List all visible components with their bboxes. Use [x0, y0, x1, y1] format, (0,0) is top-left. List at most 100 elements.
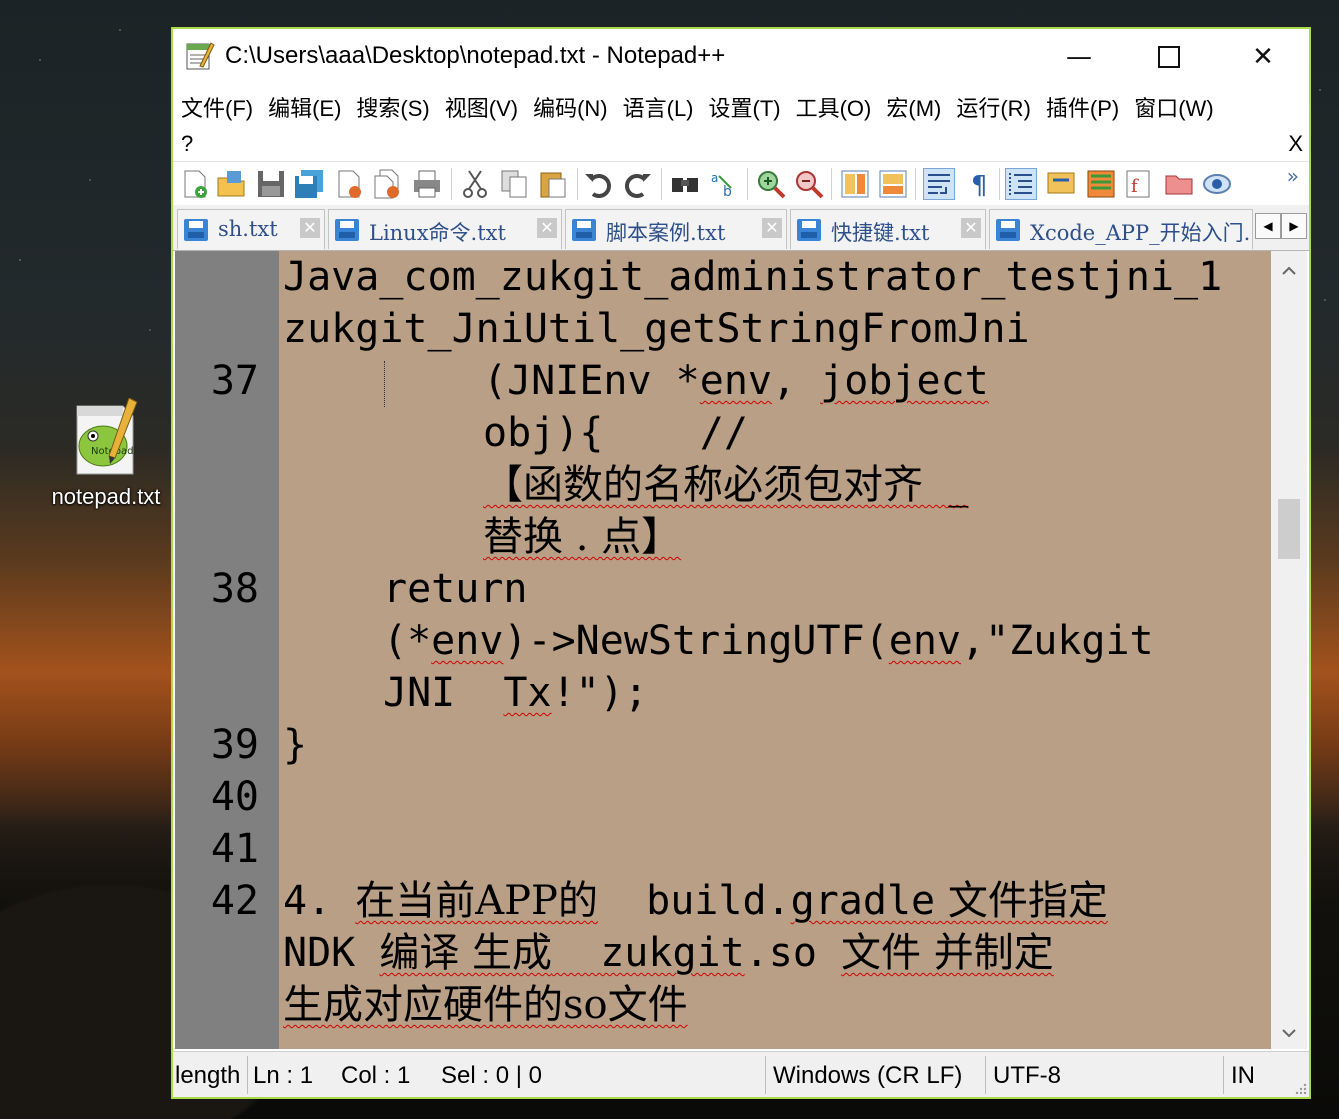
- menu-language[interactable]: 语言(L): [623, 91, 694, 123]
- desktop-icon-label: notepad.txt: [51, 484, 161, 509]
- minimize-button[interactable]: —: [1049, 35, 1109, 79]
- copy-icon[interactable]: [499, 168, 531, 200]
- code-token: env: [699, 358, 772, 404]
- word-wrap-icon[interactable]: [923, 168, 955, 200]
- menu-edit[interactable]: 编辑(E): [268, 91, 341, 123]
- tab-close-icon[interactable]: ✕: [300, 218, 320, 238]
- scroll-down-button[interactable]: [1271, 1013, 1307, 1049]
- menu-run[interactable]: 运行(R): [956, 91, 1031, 123]
- resize-grip-icon[interactable]: [1293, 1081, 1307, 1095]
- menu-help[interactable]: ?: [181, 131, 193, 157]
- vertical-scrollbar[interactable]: [1271, 251, 1307, 1049]
- scrollbar-thumb[interactable]: [1278, 499, 1300, 559]
- save-all-icon[interactable]: [293, 168, 325, 200]
- code-token: JNI: [383, 670, 504, 716]
- find-icon[interactable]: [669, 168, 701, 200]
- indent-guide: [384, 361, 385, 407]
- editor-area[interactable]: Java_com_zukgit_administrator_testjni_1 …: [175, 251, 1307, 1049]
- scroll-up-button[interactable]: [1271, 251, 1307, 287]
- folder-workspace-icon[interactable]: [1163, 168, 1195, 200]
- maximize-button[interactable]: [1139, 35, 1199, 79]
- menu-encoding[interactable]: 编码(N): [533, 91, 608, 123]
- status-encoding[interactable]: UTF-8: [993, 1062, 1061, 1090]
- tab-shortcuts[interactable]: 快捷键.txt ✕: [790, 209, 986, 249]
- redo-icon[interactable]: [621, 168, 653, 200]
- desktop-file-icon[interactable]: Notepad notepad.txt: [40, 397, 172, 510]
- code-token: jobject: [820, 358, 989, 404]
- code-line: }: [283, 722, 308, 768]
- tab-close-icon[interactable]: ✕: [961, 218, 981, 238]
- menu-window[interactable]: 窗口(W): [1134, 91, 1213, 123]
- status-selection: Sel : 0 | 0: [441, 1062, 542, 1089]
- undo-icon[interactable]: [583, 168, 615, 200]
- open-file-icon[interactable]: [215, 168, 247, 200]
- code-line: 4. 在当前APP的 build.gradle 文件指定: [283, 875, 1108, 927]
- close-all-icon[interactable]: [371, 168, 403, 200]
- function-list-icon[interactable]: f: [1123, 168, 1155, 200]
- toolbar: ab ¶ f »: [173, 161, 1309, 205]
- toolbar-separator: [747, 168, 748, 200]
- status-column: Col : 1: [341, 1062, 411, 1089]
- user-lang-icon[interactable]: [1045, 168, 1077, 200]
- replace-icon[interactable]: ab: [709, 168, 741, 200]
- status-eol[interactable]: Windows (CR LF): [773, 1062, 962, 1090]
- tab-sh-txt[interactable]: sh.txt ✕: [177, 209, 325, 249]
- print-icon[interactable]: [411, 168, 443, 200]
- tab-close-icon[interactable]: ✕: [537, 218, 557, 238]
- code-token: 文件指定: [935, 878, 1108, 924]
- tab-script-examples[interactable]: 脚本案例.txt ✕: [565, 209, 787, 249]
- tab-xcode-app-intro[interactable]: Xcode_APP_开始入门.: [989, 209, 1253, 249]
- tab-close-icon[interactable]: ✕: [762, 218, 782, 238]
- line-number: 42: [210, 878, 259, 924]
- toolbar-separator: [831, 168, 832, 200]
- toolbar-separator: [999, 168, 1000, 200]
- menu-macro[interactable]: 宏(M): [886, 91, 941, 123]
- code-token: Tx: [503, 670, 552, 716]
- tab-scroll-left-button[interactable]: ◀: [1255, 213, 1281, 239]
- status-insert-mode[interactable]: IN: [1231, 1062, 1255, 1090]
- code-token: .so: [744, 930, 842, 976]
- menu-plugins[interactable]: 插件(P): [1046, 91, 1119, 123]
- code-line: Java_com_zukgit_administrator_testjni_1: [283, 254, 1223, 300]
- tab-scroll-right-button[interactable]: ▶: [1281, 213, 1307, 239]
- doc-map-icon[interactable]: [1085, 168, 1117, 200]
- menu-settings[interactable]: 设置(T): [709, 91, 781, 123]
- close-icon[interactable]: [333, 168, 365, 200]
- saved-file-icon: [335, 219, 359, 241]
- paste-icon[interactable]: [537, 168, 569, 200]
- tab-label: Xcode_APP_开始入门.: [1030, 221, 1251, 245]
- status-line: Ln : 1: [253, 1062, 314, 1089]
- line-number: 40: [210, 774, 259, 820]
- status-bar: length Ln : 1 Col : 1 Sel : 0 | 0 Window…: [173, 1051, 1309, 1097]
- sync-h-icon[interactable]: [877, 168, 909, 200]
- cut-icon[interactable]: [459, 168, 491, 200]
- code-line: 【函数的名称必须包对齐 _: [483, 462, 969, 508]
- line-number: 41: [210, 826, 259, 872]
- indent-guide-icon[interactable]: [1005, 168, 1037, 200]
- menu-file[interactable]: 文件(F): [181, 91, 253, 123]
- svg-text:a: a: [711, 171, 718, 185]
- close-document-button[interactable]: X: [1288, 131, 1303, 157]
- status-divider: [1223, 1056, 1224, 1094]
- toolbar-overflow-button[interactable]: »: [1287, 164, 1299, 188]
- show-all-chars-icon[interactable]: ¶: [963, 168, 995, 201]
- sync-v-icon[interactable]: [839, 168, 871, 200]
- save-icon[interactable]: [255, 168, 287, 200]
- zoom-out-icon[interactable]: [793, 168, 825, 200]
- menu-view[interactable]: 视图(V): [445, 91, 518, 123]
- tab-label: sh.txt: [218, 217, 278, 241]
- svg-text:¶: ¶: [971, 171, 988, 200]
- toolbar-separator: [577, 168, 578, 200]
- code-line: return: [383, 566, 528, 612]
- new-file-icon[interactable]: [179, 168, 211, 200]
- close-window-button[interactable]: ✕: [1233, 35, 1293, 79]
- monitor-icon[interactable]: [1201, 168, 1233, 200]
- status-divider: [985, 1056, 986, 1094]
- menu-search[interactable]: 搜索(S): [356, 91, 429, 123]
- tab-linux-commands[interactable]: Linux命令.txt ✕: [328, 209, 562, 249]
- menu-tools[interactable]: 工具(O): [796, 91, 872, 123]
- title-bar[interactable]: C:\Users\aaa\Desktop\notepad.txt - Notep…: [173, 29, 1309, 85]
- zoom-in-icon[interactable]: [755, 168, 787, 200]
- line-number: 38: [210, 566, 259, 612]
- tab-bar: sh.txt ✕ Linux命令.txt ✕ 脚本案例.txt ✕ 快捷键.tx…: [173, 205, 1309, 251]
